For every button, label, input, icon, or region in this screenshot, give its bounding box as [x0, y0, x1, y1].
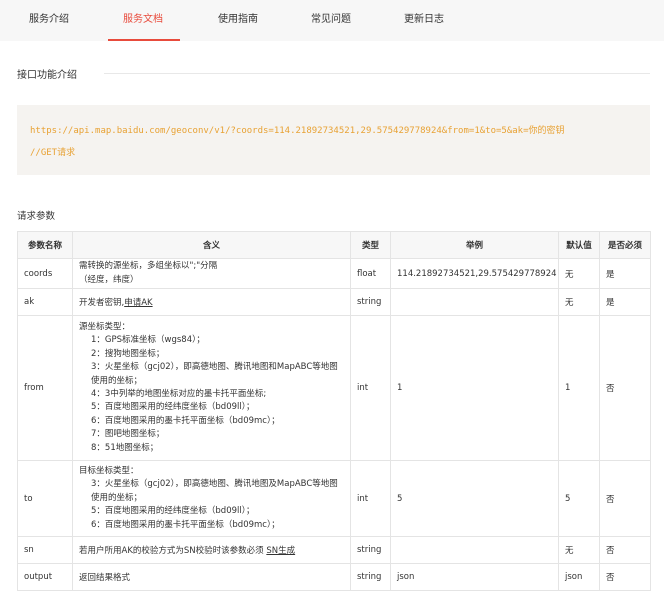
- param-type: float: [350, 258, 391, 289]
- param-example: 1: [390, 315, 559, 461]
- param-example: 114.21892734521,29.575429778924: [390, 258, 559, 289]
- desc-line: 源坐标类型：: [79, 321, 131, 332]
- desc-line: 8：51地图坐标；: [91, 442, 159, 453]
- desc-line: 1：GPS标准坐标（wgs84）；: [91, 335, 205, 346]
- param-example: [390, 288, 559, 316]
- param-type: int: [350, 460, 391, 537]
- tab-usage-guide[interactable]: 使用指南: [218, 0, 258, 41]
- param-default: 1: [558, 315, 600, 461]
- param-default: 无: [558, 258, 600, 289]
- param-desc: 返回结果格式: [72, 563, 351, 591]
- header-default: 默认值: [558, 231, 600, 259]
- desc-line: 需转换的源坐标，多组坐标以";"分隔: [79, 261, 218, 272]
- param-default: 5: [558, 460, 600, 537]
- apply-ak-link[interactable]: 申请AK: [124, 298, 152, 308]
- section-divider: [104, 73, 650, 74]
- header-example: 举例: [390, 231, 559, 259]
- desc-line: 7：图吧地图坐标；: [91, 429, 165, 440]
- param-default: json: [558, 563, 600, 591]
- code-block: https://api.map.baidu.com/geoconv/v1/?co…: [17, 105, 650, 175]
- param-required: 否: [599, 563, 651, 591]
- param-name: to: [17, 460, 73, 537]
- param-example: 5: [390, 460, 559, 537]
- param-name: output: [17, 563, 73, 591]
- desc-line: 3：火星坐标（gcj02），即高德地图、腾讯地图和MapABC等地图使用的坐标；: [91, 362, 338, 386]
- table-header-row: 参数名称 含义 类型 举例 默认值 是否必须: [17, 231, 651, 259]
- param-type: string: [350, 563, 391, 591]
- param-example: json: [390, 563, 559, 591]
- param-name: ak: [17, 288, 73, 316]
- param-desc: 开发者密钥,申请AK: [72, 288, 351, 316]
- top-tab-bar: 服务介绍 服务文档 使用指南 常见问题 更新日志: [0, 0, 664, 41]
- tab-service-docs[interactable]: 服务文档: [123, 0, 163, 41]
- header-required: 是否必须: [599, 231, 651, 259]
- param-default: 无: [558, 536, 600, 564]
- table-row: from 源坐标类型： 1：GPS标准坐标（wgs84）； 2：搜狗地图坐标； …: [17, 315, 651, 461]
- desc-line: 5：百度地图采用的经纬度坐标（bd09ll）；: [91, 506, 255, 517]
- params-table: 参数名称 含义 类型 举例 默认值 是否必须 coords 需转换的源坐标，多组…: [17, 231, 651, 591]
- param-type: int: [350, 315, 391, 461]
- table-row: output 返回结果格式 string json json 否: [17, 563, 651, 591]
- param-example: [390, 536, 559, 564]
- desc-line: 3：火星坐标（gcj02），即高德地图、腾讯地图及MapABC等地图使用的坐标；: [91, 479, 338, 503]
- param-type: string: [350, 536, 391, 564]
- param-name: sn: [17, 536, 73, 564]
- desc-line: 6：百度地图采用的墨卡托平面坐标（bd09mc）；: [91, 415, 280, 426]
- desc-line: （经度，纬度）: [79, 274, 139, 285]
- desc-line: 6：百度地图采用的墨卡托平面坐标（bd09mc）；: [91, 519, 280, 530]
- param-required: 否: [599, 460, 651, 537]
- desc-text: 开发者密钥,: [79, 298, 125, 308]
- table-row: sn 若用户所用AK的校验方式为SN校验时该参数必须 SN生成 string 无…: [17, 536, 651, 564]
- param-required: 是: [599, 288, 651, 316]
- param-name: from: [17, 315, 73, 461]
- param-required: 否: [599, 315, 651, 461]
- param-required: 否: [599, 536, 651, 564]
- desc-line: 4：3中列举的地图坐标对应的墨卡托平面坐标;: [91, 389, 267, 399]
- param-desc: 若用户所用AK的校验方式为SN校验时该参数必须 SN生成: [72, 536, 351, 564]
- request-params-heading: 请求参数: [17, 211, 56, 222]
- tab-service-intro[interactable]: 服务介绍: [29, 0, 69, 41]
- desc-line: 5：百度地图采用的经纬度坐标（bd09ll）；: [91, 402, 255, 413]
- sn-generate-link[interactable]: SN生成: [266, 546, 295, 556]
- table-row: to 目标坐标类型： 3：火星坐标（gcj02），即高德地图、腾讯地图及MapA…: [17, 460, 651, 537]
- table-row: coords 需转换的源坐标，多组坐标以";"分隔 （经度，纬度） float …: [17, 258, 651, 289]
- param-desc: 需转换的源坐标，多组坐标以";"分隔 （经度，纬度）: [72, 258, 351, 289]
- param-desc: 目标坐标类型： 3：火星坐标（gcj02），即高德地图、腾讯地图及MapABC等…: [72, 460, 351, 537]
- desc-line: 2：搜狗地图坐标；: [91, 348, 165, 359]
- active-tab-indicator: [108, 39, 180, 41]
- param-default: 无: [558, 288, 600, 316]
- table-row: ak 开发者密钥,申请AK string 无 是: [17, 288, 651, 316]
- section-title: 接口功能介绍: [17, 70, 77, 81]
- tab-changelog[interactable]: 更新日志: [404, 0, 444, 41]
- tab-faq[interactable]: 常见问题: [311, 0, 351, 41]
- desc-line: 目标坐标类型：: [79, 465, 139, 476]
- code-url-line: https://api.map.baidu.com/geoconv/v1/?co…: [30, 126, 565, 136]
- param-desc: 源坐标类型： 1：GPS标准坐标（wgs84）； 2：搜狗地图坐标； 3：火星坐…: [72, 315, 351, 461]
- header-meaning: 含义: [72, 231, 351, 259]
- param-required: 是: [599, 258, 651, 289]
- param-name: coords: [17, 258, 73, 289]
- desc-text: 若用户所用AK的校验方式为SN校验时该参数必须: [79, 546, 267, 556]
- header-type: 类型: [350, 231, 391, 259]
- header-param-name: 参数名称: [17, 231, 73, 259]
- param-type: string: [350, 288, 391, 316]
- code-comment-line: //GET请求: [30, 148, 76, 158]
